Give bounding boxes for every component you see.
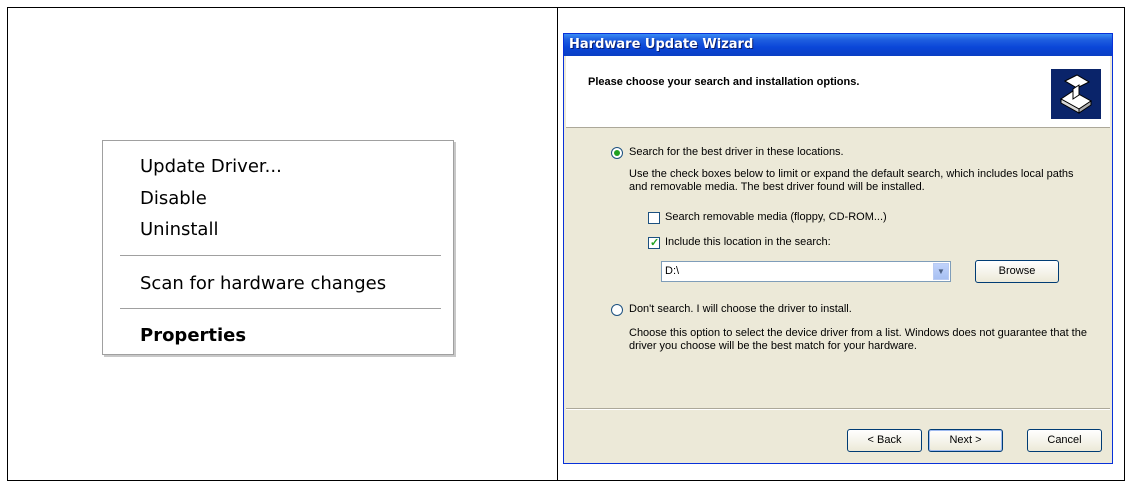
menu-item-properties[interactable]: Properties — [140, 325, 246, 346]
checkbox-include-location[interactable]: ✓ — [648, 237, 660, 249]
hardware-install-icon — [1051, 69, 1101, 119]
title-bar[interactable]: Hardware Update Wizard — [564, 34, 1112, 56]
radio-search-best-driver[interactable] — [611, 147, 623, 159]
header-title: Please choose your search and installati… — [588, 76, 860, 88]
hardware-update-wizard-window: Hardware Update Wizard Please choose you… — [563, 33, 1113, 464]
radio-dont-search[interactable] — [611, 304, 623, 316]
checkbox-removable-label[interactable]: Search removable media (floppy, CD-ROM..… — [665, 211, 887, 223]
checkbox-removable-media[interactable] — [648, 212, 660, 224]
back-button[interactable]: < Back — [847, 429, 922, 452]
menu-item-scan-hardware[interactable]: Scan for hardware changes — [140, 273, 386, 294]
menu-separator — [120, 308, 441, 310]
wizard-header: Please choose your search and installati… — [566, 56, 1110, 128]
checkbox-location-label[interactable]: Include this location in the search: — [665, 236, 831, 248]
context-menu: Update Driver... Disable Uninstall Scan … — [102, 140, 454, 355]
cancel-button[interactable]: Cancel — [1027, 429, 1102, 452]
menu-item-disable[interactable]: Disable — [140, 188, 207, 209]
browse-button[interactable]: Browse — [975, 260, 1059, 283]
search-description: Use the check boxes below to limit or ex… — [629, 168, 1074, 193]
bottom-separator — [566, 408, 1110, 410]
manual-description: Choose this option to select the device … — [629, 327, 1087, 352]
next-button[interactable]: Next > — [928, 429, 1003, 452]
panel-divider — [557, 8, 558, 480]
radio-dont-search-label[interactable]: Don't search. I will choose the driver t… — [629, 303, 852, 315]
checkmark-icon: ✓ — [650, 237, 660, 249]
location-combobox[interactable]: D:\ ▼ — [661, 261, 951, 282]
radio-search-label[interactable]: Search for the best driver in these loca… — [629, 146, 844, 158]
window-title: Hardware Update Wizard — [569, 37, 754, 52]
menu-separator — [120, 255, 441, 257]
menu-item-uninstall[interactable]: Uninstall — [140, 219, 218, 240]
chevron-down-icon[interactable]: ▼ — [933, 263, 949, 280]
location-path-value: D:\ — [665, 265, 680, 277]
menu-item-update-driver[interactable]: Update Driver... — [140, 156, 282, 177]
